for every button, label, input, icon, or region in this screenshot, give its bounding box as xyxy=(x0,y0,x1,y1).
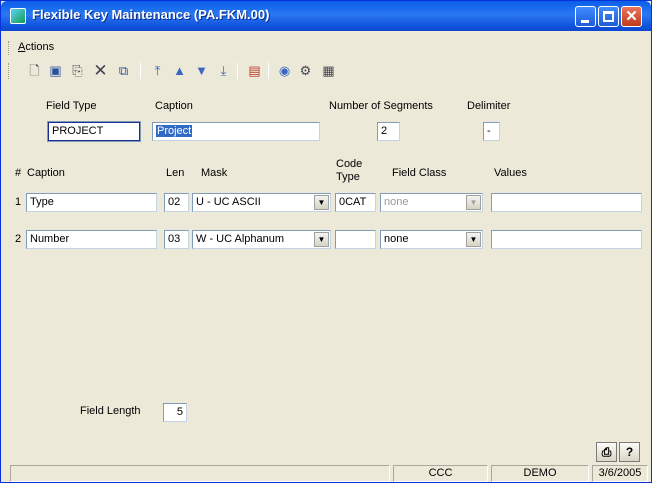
toolbar-grip xyxy=(8,63,11,79)
row-1-caption-input[interactable]: Type xyxy=(26,193,157,212)
col-number-header: # xyxy=(15,167,22,179)
number-of-segments-label: Number of Segments xyxy=(329,100,433,112)
status-bar: CCC DEMO 3/6/2005 xyxy=(2,464,650,482)
col-code-type-header-line1: Code xyxy=(336,158,363,170)
caption-value: Project xyxy=(156,125,193,137)
printer-icon: ⎙ xyxy=(601,445,612,459)
app-icon xyxy=(10,8,26,24)
row-1-mask-select[interactable]: U - UC ASCII ▼ xyxy=(192,193,331,212)
notes-icon[interactable]: ▤ xyxy=(246,62,263,79)
help-icon[interactable]: ◉ xyxy=(276,62,293,79)
field-type-value: PROJECT xyxy=(52,125,104,137)
chevron-down-icon[interactable]: ▼ xyxy=(314,232,329,247)
row-1-code-type-input[interactable]: 0CAT xyxy=(335,193,376,212)
menu-actions-label: ctions xyxy=(25,41,55,53)
title-bar[interactable]: Flexible Key Maintenance (PA.FKM.00) ✕ xyxy=(1,1,651,31)
row-1-field-class-select: none ▼ xyxy=(380,193,483,212)
menu-bar: Actions xyxy=(2,39,650,57)
col-code-type-header-line2: Type xyxy=(336,171,360,183)
row-2-values-input[interactable] xyxy=(491,230,642,249)
toolbar-separator xyxy=(140,63,141,79)
field-length-value: 5 xyxy=(176,406,183,418)
delimiter-label: Delimiter xyxy=(467,100,511,112)
chevron-down-icon[interactable]: ▼ xyxy=(466,232,481,247)
status-panel-date: 3/6/2005 xyxy=(592,465,648,482)
minimize-icon xyxy=(581,20,589,23)
menu-grip xyxy=(8,41,11,55)
caption-label: Caption xyxy=(155,100,193,112)
col-len-header: Len xyxy=(166,167,185,179)
row-1-number: 1 xyxy=(15,196,22,208)
close-button[interactable]: ✕ xyxy=(621,6,642,27)
field-type-input[interactable]: PROJECT xyxy=(47,121,141,142)
first-icon[interactable]: ⤒ xyxy=(149,62,166,79)
close-icon: ✕ xyxy=(625,8,638,25)
paste-icon[interactable]: ⧉ xyxy=(115,62,132,79)
row-1-code-type-value: 0CAT xyxy=(339,196,367,208)
customize-icon[interactable]: ⚙ xyxy=(297,62,314,79)
row-1-len-value: 02 xyxy=(168,196,181,208)
last-icon[interactable]: ⤓ xyxy=(215,62,232,79)
row-2-mask-select[interactable]: W - UC Alphanum ▼ xyxy=(192,230,331,249)
new-icon[interactable]: 🗋 xyxy=(26,62,43,79)
question-icon: ? xyxy=(625,445,634,459)
row-1-len-input[interactable]: 02 xyxy=(164,193,189,212)
toolbar: 🗋 ▣ ⎘ ✕ ⧉ ⤒ ▲ ▼ ⤓ ▤ ◉ ⚙ ▦ xyxy=(2,59,650,81)
copy-icon[interactable]: ⎘ xyxy=(69,62,86,79)
template-icon[interactable]: ▦ xyxy=(320,62,337,79)
status-panel-database: DEMO xyxy=(491,465,589,482)
save-icon[interactable]: ▣ xyxy=(47,62,64,79)
row-2-field-class-value: none xyxy=(384,233,409,245)
field-length-value-box: 5 xyxy=(163,403,187,422)
maximize-button[interactable] xyxy=(598,6,619,27)
toolbar-separator xyxy=(237,63,238,79)
print-button[interactable]: ⎙ xyxy=(596,442,617,462)
status-panel-company: CCC xyxy=(393,465,488,482)
app-window: Flexible Key Maintenance (PA.FKM.00) ✕ A… xyxy=(0,0,652,483)
previous-icon[interactable]: ▲ xyxy=(171,62,188,79)
col-caption-header: Caption xyxy=(27,167,65,179)
col-values-header: Values xyxy=(494,167,527,179)
toolbar-separator xyxy=(268,63,269,79)
caption-input[interactable]: Project xyxy=(152,122,320,141)
chevron-down-icon: ▼ xyxy=(466,195,481,210)
maximize-icon xyxy=(603,11,614,22)
row-2-mask-value: W - UC Alphanum xyxy=(196,233,285,245)
row-1-caption-value: Type xyxy=(30,196,54,208)
row-1-field-class-value: none xyxy=(384,196,409,208)
row-2-number: 2 xyxy=(15,233,22,245)
row-2-field-class-select[interactable]: none ▼ xyxy=(380,230,483,249)
row-2-caption-input[interactable]: Number xyxy=(26,230,157,249)
col-field-class-header: Field Class xyxy=(392,167,447,179)
number-of-segments-input[interactable]: 2 xyxy=(377,122,400,141)
help-button[interactable]: ? xyxy=(619,442,640,462)
delimiter-value: - xyxy=(487,125,491,137)
row-2-len-input[interactable]: 03 xyxy=(164,230,189,249)
next-icon[interactable]: ▼ xyxy=(193,62,210,79)
row-1-mask-value: U - UC ASCII xyxy=(196,196,261,208)
field-type-label: Field Type xyxy=(46,100,97,112)
col-mask-header: Mask xyxy=(201,167,228,179)
menu-actions[interactable]: Actions xyxy=(18,41,54,53)
window-title: Flexible Key Maintenance (PA.FKM.00) xyxy=(32,7,270,22)
delete-icon[interactable]: ✕ xyxy=(92,62,109,79)
row-2-code-type-input[interactable] xyxy=(335,230,376,249)
field-length-label: Field Length xyxy=(80,405,141,417)
delimiter-input[interactable]: - xyxy=(483,122,500,141)
row-1-values-input[interactable] xyxy=(491,193,642,212)
row-2-len-value: 03 xyxy=(168,233,181,245)
minimize-button[interactable] xyxy=(575,6,596,27)
chevron-down-icon[interactable]: ▼ xyxy=(314,195,329,210)
number-of-segments-value: 2 xyxy=(381,125,388,137)
row-2-caption-value: Number xyxy=(30,233,70,245)
status-panel-message xyxy=(10,465,390,482)
